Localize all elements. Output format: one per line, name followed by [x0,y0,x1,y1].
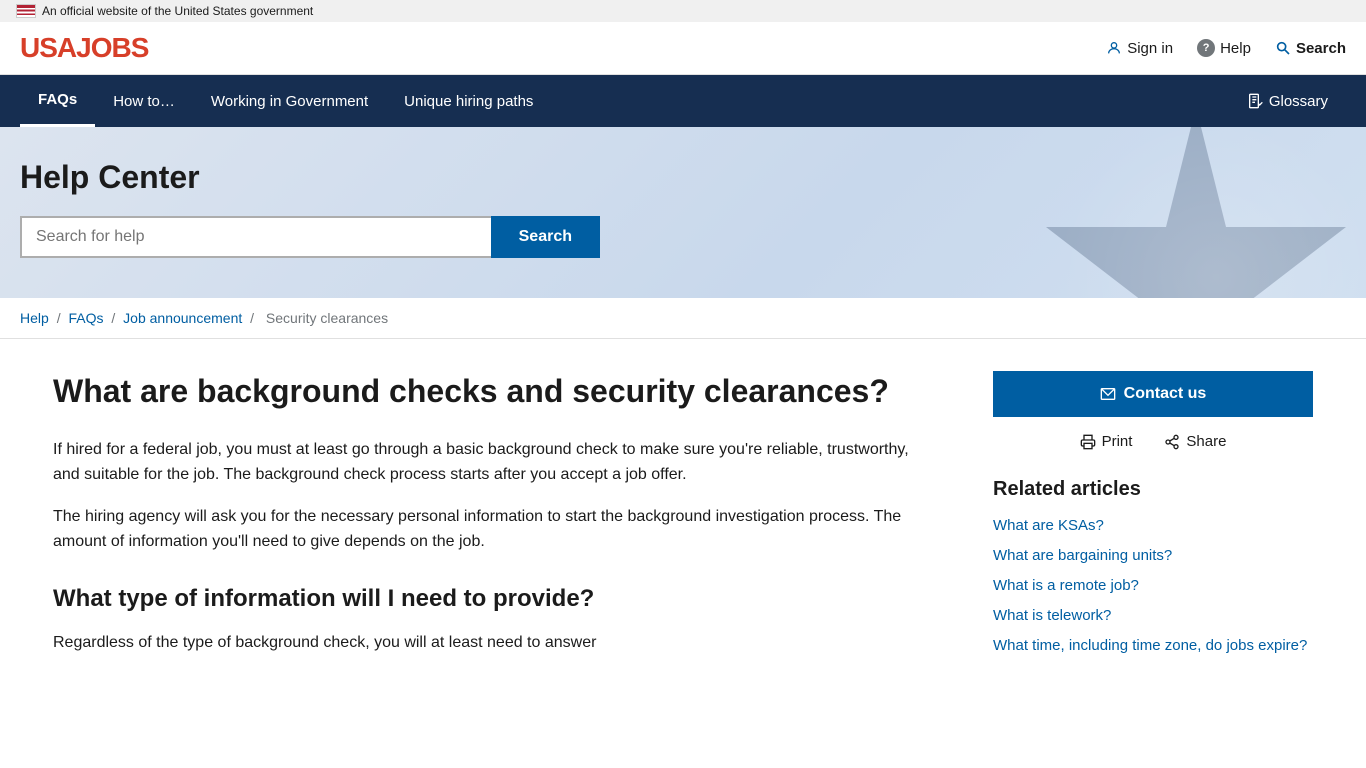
search-button[interactable]: Search [491,216,600,258]
breadcrumb-job-announcement[interactable]: Job announcement [123,310,242,326]
usajobs-logo[interactable]: USAJOBS [20,32,148,64]
site-header: USAJOBS Sign in ? Help Search [0,22,1366,75]
article-title: What are background checks and security … [53,371,933,413]
signin-link[interactable]: Sign in [1106,40,1173,57]
contact-us-button[interactable]: Contact us [993,371,1313,417]
gov-banner-text: An official website of the United States… [42,4,313,18]
related-articles: Related articles What are KSAs? What are… [993,478,1313,655]
breadcrumb-help[interactable]: Help [20,310,49,326]
envelope-icon [1100,386,1116,402]
article-paragraph-1: If hired for a federal job, you must at … [53,437,933,488]
article-section-intro: Regardless of the type of background che… [53,630,933,656]
gov-banner: An official website of the United States… [0,0,1366,22]
header-search-link[interactable]: Search [1275,40,1346,57]
content-wrapper: What are background checks and security … [33,339,1333,704]
related-link-0[interactable]: What are KSAs? [993,517,1104,534]
nav-howto[interactable]: How to… [95,77,193,126]
glossary-icon [1247,93,1263,109]
related-articles-title: Related articles [993,478,1313,501]
header-nav: Sign in ? Help Search [1106,39,1346,57]
search-input[interactable] [20,216,491,258]
list-item: What are bargaining units? [993,547,1313,565]
related-articles-list: What are KSAs? What are bargaining units… [993,517,1313,655]
help-icon: ? [1197,39,1215,57]
main-nav: FAQs How to… Working in Government Uniqu… [0,75,1366,127]
main-content: What are background checks and security … [53,371,933,672]
list-item: What time, including time zone, do jobs … [993,637,1313,655]
sidebar-actions: Print Share [993,433,1313,450]
help-link[interactable]: ? Help [1197,39,1251,57]
main-nav-left: FAQs How to… Working in Government Uniqu… [20,75,551,127]
nav-faqs[interactable]: FAQs [20,75,95,127]
hero-section: Help Center Search [0,127,1366,298]
list-item: What is telework? [993,607,1313,625]
nav-unique-hiring[interactable]: Unique hiring paths [386,77,551,126]
hero-title: Help Center [20,159,1346,196]
article-paragraph-2: The hiring agency will ask you for the n… [53,504,933,555]
signin-icon [1106,40,1122,56]
related-link-3[interactable]: What is telework? [993,607,1111,624]
breadcrumb-current: Security clearances [266,310,388,326]
share-button[interactable]: Share [1164,433,1226,450]
related-link-2[interactable]: What is a remote job? [993,577,1139,594]
list-item: What is a remote job? [993,577,1313,595]
print-button[interactable]: Print [1080,433,1133,450]
related-link-1[interactable]: What are bargaining units? [993,547,1172,564]
print-icon [1080,434,1096,450]
hero-star-decoration [1046,127,1346,298]
article-section-title: What type of information will I need to … [53,583,933,614]
list-item: What are KSAs? [993,517,1313,535]
breadcrumb-faqs[interactable]: FAQs [68,310,103,326]
related-link-4[interactable]: What time, including time zone, do jobs … [993,637,1307,654]
breadcrumb: Help / FAQs / Job announcement / Securit… [0,298,1366,339]
nav-glossary[interactable]: Glossary [1229,77,1346,126]
nav-working-in-government[interactable]: Working in Government [193,77,386,126]
share-icon [1164,434,1180,450]
sidebar: Contact us Print Share Related articles … [993,371,1313,672]
help-search-bar: Search [20,216,600,258]
search-icon [1275,40,1291,56]
us-flag-icon [16,4,36,18]
